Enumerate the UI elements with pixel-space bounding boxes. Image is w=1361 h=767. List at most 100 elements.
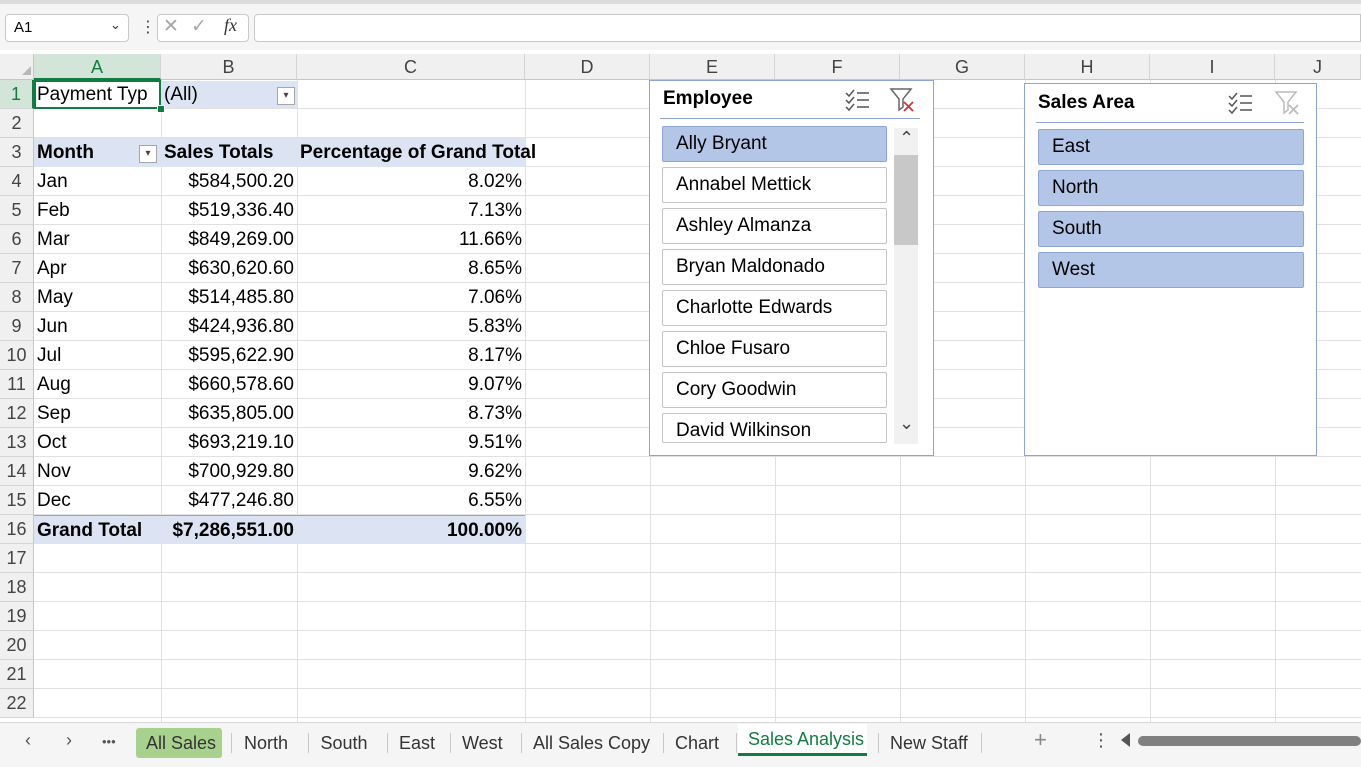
column-header-g[interactable]: G <box>900 54 1025 80</box>
pivot-cell-sales[interactable]: $693,219.10 <box>161 428 297 457</box>
row-header-2[interactable]: 2 <box>0 109 34 138</box>
column-header-d[interactable]: D <box>525 54 650 80</box>
pivot-cell-pct[interactable]: 8.17% <box>297 341 525 370</box>
pivot-cell-month[interactable]: May <box>34 283 161 312</box>
pivot-cell-sales[interactable]: $635,805.00 <box>161 399 297 428</box>
row-header-22[interactable]: 22 <box>0 689 34 718</box>
column-header-b[interactable]: B <box>161 54 297 80</box>
sheet-tab-sales-analysis[interactable]: Sales Analysis <box>738 724 867 756</box>
slicer-item-area[interactable]: North <box>1038 170 1304 206</box>
sheet-tab-north[interactable]: North <box>233 728 299 758</box>
pivot-cell-sales[interactable]: $477,246.80 <box>161 486 297 515</box>
employee-slicer-scroll-thumb[interactable] <box>894 155 918 245</box>
pivot-cell-month[interactable]: Sep <box>34 399 161 428</box>
pivot-cell-month[interactable]: Apr <box>34 254 161 283</box>
sheet-options-icon[interactable]: ⋮ <box>1092 730 1110 751</box>
pivot-cell-pct[interactable]: 5.83% <box>297 312 525 341</box>
filter-dropdown-icon[interactable]: ▾ <box>277 87 295 105</box>
scroll-left-icon[interactable] <box>1121 733 1130 747</box>
pivot-cell-pct[interactable]: 7.13% <box>297 196 525 225</box>
pivot-cell-pct[interactable]: 8.73% <box>297 399 525 428</box>
pivot-cell-sales[interactable]: $519,336.40 <box>161 196 297 225</box>
sheet-tab-all-sales[interactable]: All Sales <box>136 728 222 758</box>
sheet-tab-chart[interactable]: Chart <box>665 728 727 758</box>
pivot-cell-pct[interactable]: 11.66% <box>297 225 525 254</box>
grand-total-label[interactable]: Grand Total <box>34 515 161 544</box>
pivot-cell-month[interactable]: Jul <box>34 341 161 370</box>
pivot-cell-pct[interactable]: 6.55% <box>297 486 525 515</box>
sheet-tab-east[interactable]: East <box>389 728 441 758</box>
fill-handle[interactable] <box>157 105 165 113</box>
column-header-i[interactable]: I <box>1150 54 1275 80</box>
pivot-cell-month[interactable]: Oct <box>34 428 161 457</box>
month-filter-dropdown-icon[interactable]: ▾ <box>139 145 157 163</box>
prev-sheet-icon[interactable]: ‹ <box>25 730 31 751</box>
pivot-cell-sales[interactable]: $514,485.80 <box>161 283 297 312</box>
grand-total-pct[interactable]: 100.00% <box>297 515 525 544</box>
pivot-cell-month[interactable]: Jan <box>34 167 161 196</box>
column-header-f[interactable]: F <box>775 54 900 80</box>
slicer-item-employee[interactable]: Bryan Maldonado <box>662 249 887 285</box>
row-header-3[interactable]: 3 <box>0 138 34 167</box>
slicer-item-area[interactable]: East <box>1038 129 1304 165</box>
row-header-13[interactable]: 13 <box>0 428 34 457</box>
pivot-cell-month[interactable]: Mar <box>34 225 161 254</box>
pivot-cell-month[interactable]: Feb <box>34 196 161 225</box>
pivot-cell-month[interactable]: Aug <box>34 370 161 399</box>
cancel-icon[interactable]: ✕ <box>163 15 179 38</box>
header-percentage[interactable]: Percentage of Grand Total <box>297 138 536 167</box>
sheet-tab-west[interactable]: West <box>452 728 512 758</box>
sheet-tab-all-sales-copy[interactable]: All Sales Copy <box>523 728 654 758</box>
column-header-e[interactable]: E <box>650 54 775 80</box>
row-header-12[interactable]: 12 <box>0 399 34 428</box>
scroll-down-icon[interactable]: ⌄ <box>899 413 914 434</box>
clear-filter-icon[interactable] <box>889 86 917 114</box>
row-header-6[interactable]: 6 <box>0 225 34 254</box>
formula-input[interactable] <box>254 14 1361 42</box>
column-header-c[interactable]: C <box>297 54 525 80</box>
row-header-20[interactable]: 20 <box>0 631 34 660</box>
slicer-item-employee[interactable]: Ashley Almanza <box>662 208 887 244</box>
row-header-9[interactable]: 9 <box>0 312 34 341</box>
pivot-cell-pct[interactable]: 8.02% <box>297 167 525 196</box>
row-header-15[interactable]: 15 <box>0 486 34 515</box>
row-header-21[interactable]: 21 <box>0 660 34 689</box>
enter-icon[interactable]: ✓ <box>191 15 207 38</box>
sheet-tab-south[interactable]: South <box>310 728 378 758</box>
slicer-item-employee[interactable]: Ally Bryant <box>662 126 887 162</box>
pivot-cell-pct[interactable]: 8.65% <box>297 254 525 283</box>
horizontal-scroll-thumb[interactable] <box>1138 736 1361 746</box>
pivot-cell-sales[interactable]: $630,620.60 <box>161 254 297 283</box>
pivot-cell-sales[interactable]: $849,269.00 <box>161 225 297 254</box>
slicer-item-employee[interactable]: Cory Goodwin <box>662 372 887 408</box>
multi-select-icon[interactable] <box>1226 90 1254 116</box>
row-header-1[interactable]: 1 <box>0 80 34 109</box>
row-header-18[interactable]: 18 <box>0 573 34 602</box>
row-header-4[interactable]: 4 <box>0 167 34 196</box>
column-header-j[interactable]: J <box>1275 54 1361 80</box>
column-header-a[interactable]: A <box>34 54 161 80</box>
multi-select-icon[interactable] <box>843 87 871 113</box>
row-header-17[interactable]: 17 <box>0 544 34 573</box>
pivot-cell-pct[interactable]: 9.62% <box>297 457 525 486</box>
next-sheet-icon[interactable]: › <box>66 730 72 751</box>
row-header-7[interactable]: 7 <box>0 254 34 283</box>
pivot-cell-pct[interactable]: 9.07% <box>297 370 525 399</box>
slicer-item-area[interactable]: West <box>1038 252 1304 288</box>
column-header-h[interactable]: H <box>1025 54 1150 80</box>
slicer-item-employee[interactable]: Chloe Fusaro <box>662 331 887 367</box>
slicer-item-employee[interactable]: Charlotte Edwards <box>662 290 887 326</box>
row-header-14[interactable]: 14 <box>0 457 34 486</box>
row-header-8[interactable]: 8 <box>0 283 34 312</box>
pivot-cell-pct[interactable]: 7.06% <box>297 283 525 312</box>
pivot-cell-pct[interactable]: 9.51% <box>297 428 525 457</box>
header-sales-totals[interactable]: Sales Totals <box>161 138 297 167</box>
pivot-cell-sales[interactable]: $584,500.20 <box>161 167 297 196</box>
row-header-10[interactable]: 10 <box>0 341 34 370</box>
more-sheets-icon[interactable]: ••• <box>102 734 116 749</box>
row-header-19[interactable]: 19 <box>0 602 34 631</box>
pivot-cell-month[interactable]: Nov <box>34 457 161 486</box>
row-header-11[interactable]: 11 <box>0 370 34 399</box>
pivot-cell-month[interactable]: Jun <box>34 312 161 341</box>
pivot-cell-sales[interactable]: $700,929.80 <box>161 457 297 486</box>
